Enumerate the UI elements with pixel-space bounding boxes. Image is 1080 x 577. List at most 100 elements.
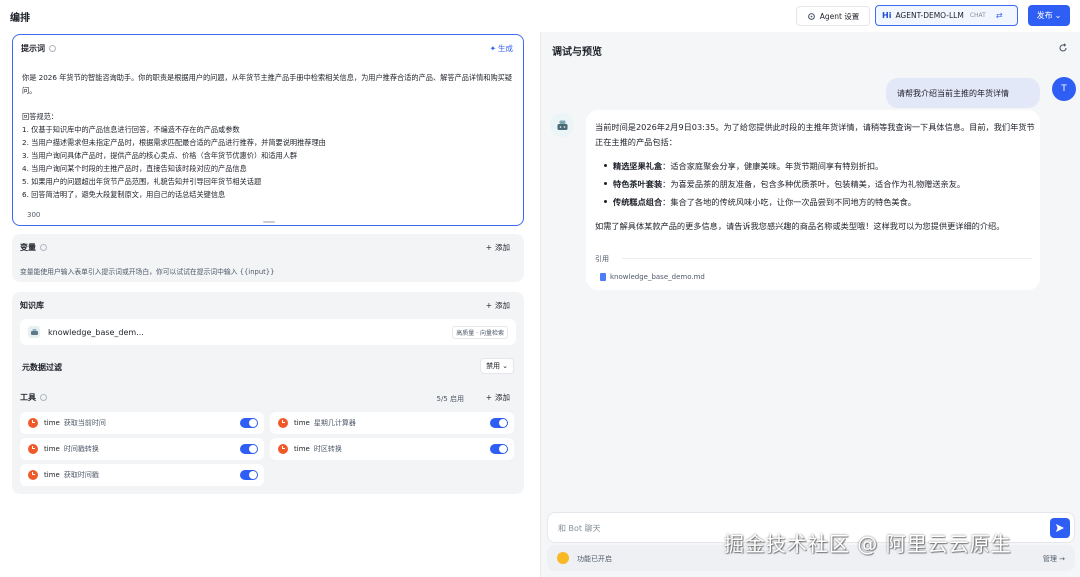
generate-button[interactable]: ✦ 生成 <box>490 43 513 54</box>
add-knowledge-button[interactable]: + 添加 <box>486 300 510 311</box>
citation-label: 引用 <box>595 255 609 263</box>
resize-handle[interactable] <box>263 221 275 223</box>
add-label: 添加 <box>495 243 510 252</box>
tool-source: time <box>44 445 60 453</box>
variables-label: 变量 <box>20 243 36 252</box>
tool-toggle[interactable] <box>490 418 508 428</box>
publish-label: 发布 <box>1036 11 1053 20</box>
product-list: 精选坚果礼盒：适合家庭聚会分享，健康美味。年货节期间享有特别折扣。 特色茶叶套装… <box>595 157 1035 211</box>
user-message: 请帮我介绍当前主推的年货详情 <box>886 78 1040 108</box>
tool-item[interactable]: time 星期几计算器 <box>270 412 514 434</box>
divider <box>622 258 1032 259</box>
watermark: 掘金技术社区 @ 阿里云云原生 <box>724 532 1012 556</box>
clock-icon <box>278 418 288 428</box>
knowledge-header: 知识库 <box>20 300 44 311</box>
add-label: 添加 <box>495 393 510 402</box>
chevron-down-icon: ⌄ <box>502 362 508 370</box>
sparkle-icon: ✦ <box>489 44 496 53</box>
prompt-label: 提示词 <box>21 44 45 53</box>
tool-toggle[interactable] <box>490 444 508 454</box>
tools-header: 工具 <box>20 392 47 403</box>
plus-icon: + <box>485 243 492 252</box>
prompt-header: 提示词 <box>21 43 56 54</box>
tools-label: 工具 <box>20 393 36 402</box>
model-settings-icon[interactable]: ⇄ <box>996 11 1003 20</box>
tool-toggle[interactable] <box>240 470 258 480</box>
tool-item[interactable]: time 获取当前时间 <box>20 412 264 434</box>
agent-settings-button[interactable]: Agent 设置 <box>796 6 870 26</box>
preview-panel: 调试与预览 请帮我介绍当前主推的年货详情 T 当前时间是2026年2月9日03:… <box>540 32 1080 577</box>
retrieval-mode-badge: 高质量 · 向量检索 <box>452 326 508 339</box>
help-icon[interactable] <box>40 244 47 251</box>
model-tag: CHAT <box>969 12 986 19</box>
citation-file[interactable]: knowledge_base_demo.md <box>600 273 705 281</box>
tool-source: time <box>294 445 310 453</box>
variables-description: 变量能使用户输入表单引入提示词或开场白，你可以试试在提示词中输入 {{input… <box>20 268 275 276</box>
chat-input-placeholder: 和 Bot 聊天 <box>558 524 601 533</box>
tool-toggle[interactable] <box>240 444 258 454</box>
tool-name: 星期几计算器 <box>313 419 356 427</box>
knowledge-item[interactable]: knowledge_base_dem... 高质量 · 向量检索 <box>20 319 516 345</box>
metadata-filter-select[interactable]: 禁用 ⌄ <box>480 358 514 374</box>
metadata-filter-label: 元数据过滤 <box>22 363 62 372</box>
add-tool-button[interactable]: + 添加 <box>486 392 510 403</box>
product-name: 精选坚果礼盒 <box>613 161 663 171</box>
model-badge-icon: Hi <box>882 11 892 20</box>
bot-message: 当前时间是2026年2月9日03:35。为了给您提供此时段的主推年货详情，请稍等… <box>586 110 1040 290</box>
publish-button[interactable]: 发布 ⌄ <box>1028 5 1070 26</box>
add-label: 添加 <box>495 301 510 310</box>
knowledge-item-name: knowledge_base_dem... <box>48 327 144 337</box>
refresh-icon[interactable] <box>1058 43 1068 53</box>
bot-icon <box>557 120 567 130</box>
model-name: AGENT-DEMO-LLM <box>895 11 964 20</box>
bot-intro: 当前时间是2026年2月9日03:35。为了给您提供此时段的主推年货详情，请稍等… <box>595 122 1035 147</box>
tool-name: 时区转换 <box>313 445 342 453</box>
tool-name: 时间戳转换 <box>63 445 99 453</box>
variables-card: 变量 + 添加 变量能使用户输入表单引入提示词或开场白，你可以试试在提示词中输入… <box>12 234 524 282</box>
product-desc: ：集合了各地的传统风味小吃，让你一次品尝到不同地方的特色美食。 <box>662 197 916 207</box>
tool-name: 获取当前时间 <box>63 419 106 427</box>
send-button[interactable] <box>1050 518 1070 538</box>
agent-settings-label: Agent 设置 <box>819 11 860 21</box>
orchestration-panel: 提示词 ✦ 生成 你是 2026 年货节的智能咨询助手。你的职责是根据用户的问题… <box>0 32 534 577</box>
prompt-textarea[interactable]: 你是 2026 年货节的智能咨询助手。你的职责是根据用户的问题，从年货节主推产品… <box>22 71 518 201</box>
product-desc: ：为喜爱品茶的朋友准备，包含多种优质茶叶，包装精美，适合作为礼物赠送亲友。 <box>662 179 966 189</box>
tool-item[interactable]: time 时区转换 <box>270 438 514 460</box>
feature-emoji-icon <box>557 552 569 564</box>
feature-status: 功能已开启 <box>577 555 612 563</box>
tool-toggle[interactable] <box>240 418 258 428</box>
bot-avatar <box>550 113 574 137</box>
prompt-card: 提示词 ✦ 生成 你是 2026 年货节的智能咨询助手。你的职责是根据用户的问题… <box>12 34 524 226</box>
list-item: 特色茶叶套装：为喜爱品茶的朋友准备，包含多种优质茶叶，包装精美，适合作为礼物赠送… <box>595 175 1035 193</box>
variables-header: 变量 <box>20 242 47 253</box>
user-avatar: T <box>1052 77 1076 101</box>
tools-enabled-count: 5/5 启用 <box>436 395 465 403</box>
tool-source: time <box>294 419 310 427</box>
add-variable-button[interactable]: + 添加 <box>486 242 510 253</box>
model-selector[interactable]: Hi AGENT-DEMO-LLM CHAT ⇄ <box>875 5 1018 26</box>
clock-icon <box>28 444 38 454</box>
bot-outro: 如需了解具体某款产品的更多信息，请告诉我您感兴趣的商品名称或类型哦！这样我可以为… <box>595 221 1005 231</box>
metadata-filter-value: 禁用 <box>486 362 501 370</box>
prompt-char-count: 300 <box>27 211 41 219</box>
product-name: 特色茶叶套装 <box>613 179 663 189</box>
clock-icon <box>28 418 38 428</box>
tool-source: time <box>44 419 60 427</box>
tool-item[interactable]: time 时间戳转换 <box>20 438 264 460</box>
gear-icon <box>807 12 815 20</box>
file-icon <box>600 273 606 281</box>
tool-name: 获取时间戳 <box>63 471 99 479</box>
tool-item[interactable]: time 获取时间戳 <box>20 464 264 486</box>
plus-icon: + <box>485 393 492 402</box>
knowledge-label: 知识库 <box>20 301 44 310</box>
clock-icon <box>28 470 38 480</box>
help-icon[interactable] <box>40 394 47 401</box>
manage-link[interactable]: 管理 → <box>1043 554 1065 564</box>
plus-icon: + <box>485 301 492 310</box>
knowledge-base-icon <box>28 326 40 338</box>
product-name: 传统糕点组合 <box>613 197 663 207</box>
help-icon[interactable] <box>49 45 56 52</box>
tools-card: 工具 5/5 启用 + 添加 time 获取当前时间 time 星期几计算器 t… <box>12 384 524 494</box>
product-desc: ：适合家庭聚会分享，健康美味。年货节期间享有特别折扣。 <box>662 161 884 171</box>
list-item: 精选坚果礼盒：适合家庭聚会分享，健康美味。年货节期间享有特别折扣。 <box>595 157 1035 175</box>
